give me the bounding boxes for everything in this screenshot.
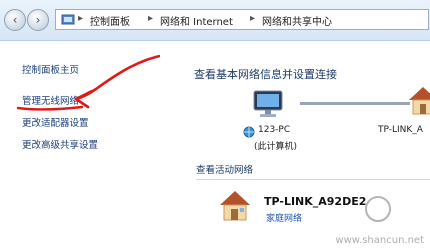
router-name[interactable]: TP-LINK_A	[378, 125, 423, 135]
address-bar[interactable]: ▸ 控制面板 ▸ 网络和 Internet ▸ 网络和共享中心	[55, 9, 429, 30]
active-network-heading: 查看活动网络	[196, 165, 254, 176]
breadcrumb-item-sharing-center[interactable]: 网络和共享中心	[262, 13, 332, 28]
breadcrumb-item-control-panel[interactable]: 控制面板	[90, 13, 130, 28]
forward-button[interactable]: ›	[27, 9, 49, 31]
main-panel: 查看基本网络信息并设置连接 123-PC (此计算机) TP-LINK_A 查看…	[160, 41, 430, 250]
house-icon	[220, 191, 250, 221]
computer-icon	[253, 90, 283, 117]
breadcrumb-separator: ▸	[78, 13, 84, 24]
back-button[interactable]: ‹	[4, 9, 26, 31]
connection-line	[300, 102, 410, 105]
computer-sub-label: (此计算机)	[254, 142, 298, 152]
watermark-logo	[365, 196, 391, 222]
toolbar: ‹ › ▸ 控制面板 ▸ 网络和 Internet ▸ 网络和共享中心	[0, 0, 430, 41]
watermark-text: www.shancun.net	[335, 235, 424, 246]
computer-name: 123-PC	[258, 125, 291, 135]
breadcrumb-separator: ▸	[250, 13, 256, 24]
active-network-name: TP-LINK_A92DE2	[264, 195, 367, 208]
globe-icon	[243, 126, 255, 138]
breadcrumb-item-network-internet[interactable]: 网络和 Internet	[160, 13, 233, 28]
network-type-link[interactable]: 家庭网络	[266, 211, 302, 224]
annotation-arrow	[16, 53, 167, 111]
breadcrumb-separator: ▸	[148, 13, 154, 24]
page-title: 查看基本网络信息并设置连接	[194, 68, 337, 81]
router-house-icon	[409, 87, 430, 115]
section-divider	[196, 179, 430, 180]
network-folder-icon	[61, 14, 75, 25]
